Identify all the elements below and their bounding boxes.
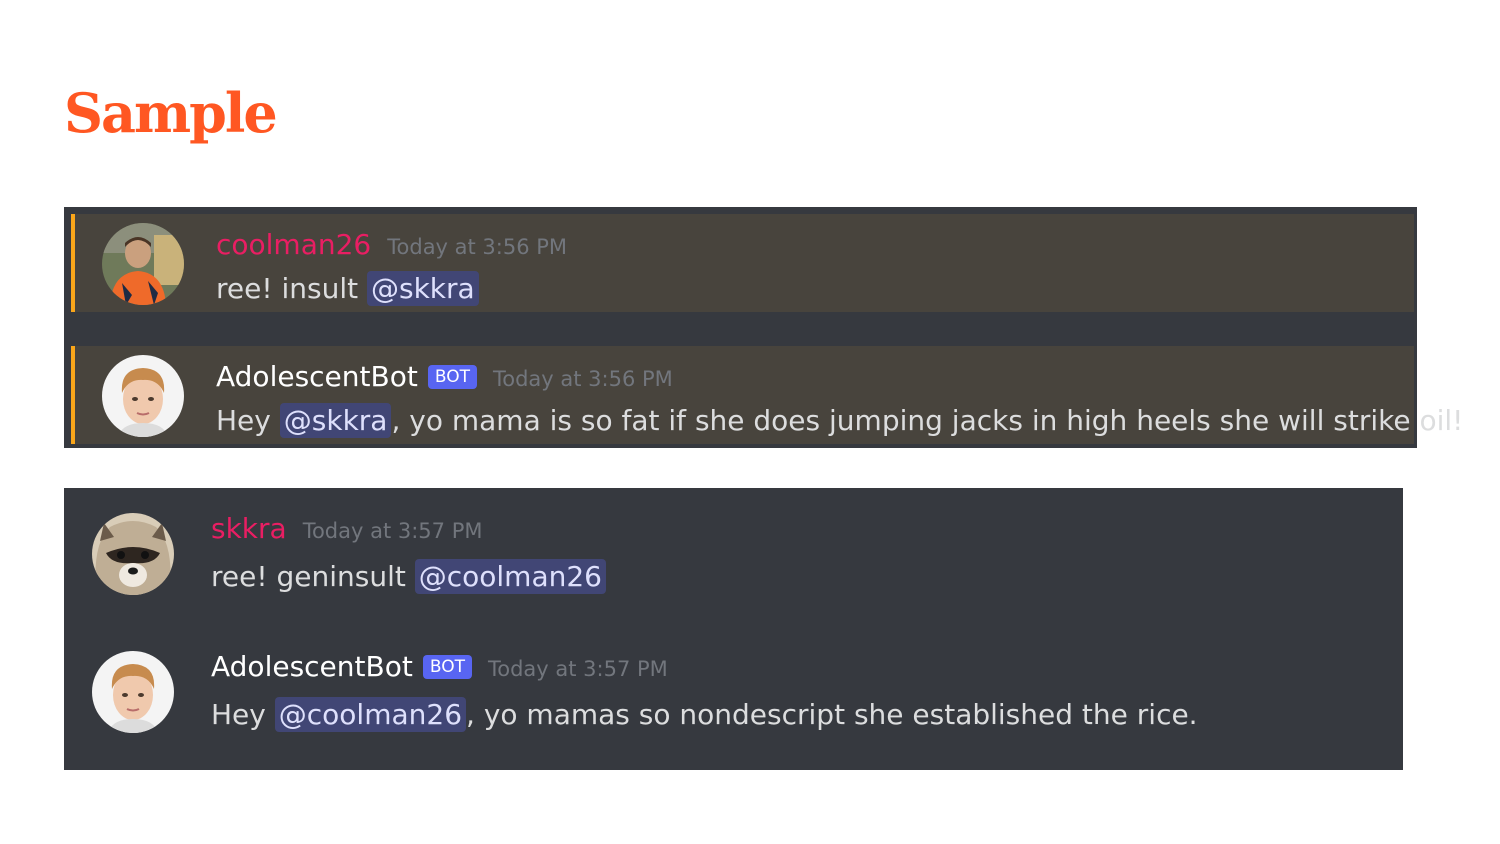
user-mention[interactable]: @coolman26 <box>414 559 606 594</box>
timestamp: Today at 3:57 PM <box>302 519 483 543</box>
blond-boy-avatar-icon <box>92 651 174 733</box>
username[interactable]: skkra <box>211 512 287 545</box>
user-mention[interactable]: @skkra <box>279 403 392 438</box>
username[interactable]: AdolescentBot <box>211 650 413 683</box>
bot-avatar[interactable] <box>102 355 184 437</box>
discord-screenshot-panel-2: skkra Today at 3:57 PM ree! geninsult @c… <box>64 488 1403 770</box>
bot-badge: BOT <box>427 365 477 389</box>
timestamp: Today at 3:57 PM <box>487 657 668 681</box>
message-text-part: ree! insult <box>216 272 367 305</box>
chat-message: AdolescentBot BOT Today at 3:56 PM Hey @… <box>71 346 1463 444</box>
message-text: Hey @coolman26, yo mamas so nondescript … <box>211 697 1198 732</box>
user-mention[interactable]: @coolman26 <box>274 697 467 732</box>
discord-screenshot-panel-1: coolman26 Today at 3:56 PM ree! insult @… <box>64 207 1463 448</box>
bot-badge: BOT <box>422 655 472 679</box>
message-text: ree! insult @skkra <box>216 271 479 306</box>
message-text-part: Hey <box>216 404 280 437</box>
user-avatar[interactable] <box>92 513 174 595</box>
chat-message: skkra Today at 3:57 PM ree! geninsult @c… <box>64 502 1403 617</box>
message-text: ree! geninsult @coolman26 <box>211 559 606 594</box>
message-text-part: , yo mama is so fat if she does jumping … <box>391 404 1464 437</box>
username[interactable]: AdolescentBot <box>216 360 418 393</box>
username[interactable]: coolman26 <box>216 228 371 261</box>
timestamp: Today at 3:56 PM <box>492 367 673 391</box>
raccoon-avatar-icon <box>92 513 174 595</box>
chat-message: AdolescentBot BOT Today at 3:57 PM Hey @… <box>64 640 1403 755</box>
user-avatar[interactable] <box>102 223 184 305</box>
bot-avatar[interactable] <box>92 651 174 733</box>
user-mention[interactable]: @skkra <box>367 271 479 306</box>
timestamp: Today at 3:56 PM <box>387 235 568 259</box>
message-text-part: ree! geninsult <box>211 560 415 593</box>
boy-orange-shirt-avatar-icon <box>102 223 184 305</box>
message-text-part: Hey <box>211 698 275 731</box>
message-text-part: , yo mamas so nondescript she establishe… <box>466 698 1198 731</box>
message-text: Hey @skkra, yo mama is so fat if she doe… <box>216 403 1464 438</box>
slide-title: Sample <box>64 81 278 145</box>
blond-boy-avatar-icon <box>102 355 184 437</box>
chat-message: coolman26 Today at 3:56 PM ree! insult @… <box>71 214 1414 312</box>
